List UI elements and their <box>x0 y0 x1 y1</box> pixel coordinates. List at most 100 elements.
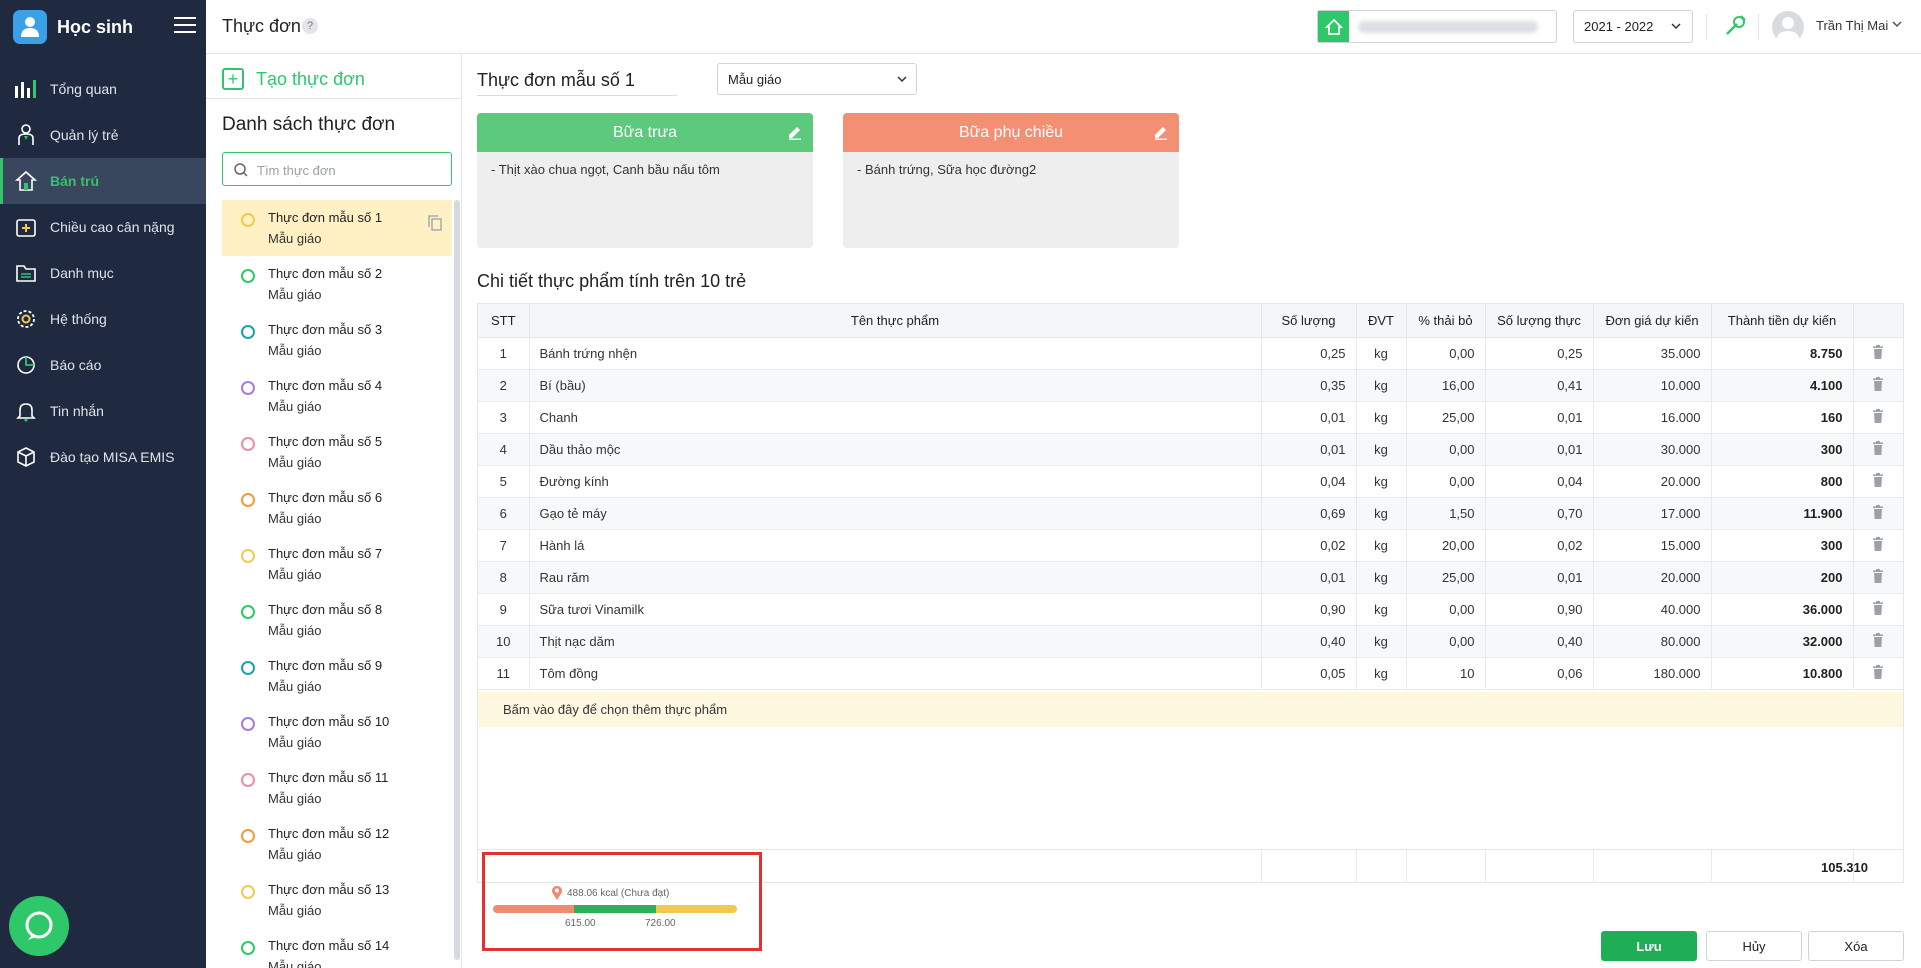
quantity[interactable]: 0,02 <box>1261 529 1357 562</box>
line-total[interactable]: 800 <box>1711 465 1854 498</box>
school-selector[interactable] <box>1317 10 1557 43</box>
unit[interactable]: kg <box>1356 465 1407 498</box>
table-row[interactable]: 3 Chanh 0,01 kg 25,00 0,01 16.000 160 <box>478 401 1903 434</box>
line-total[interactable]: 300 <box>1711 433 1854 466</box>
sidebar-item[interactable]: Báo cáo <box>0 342 206 388</box>
menu-list-item[interactable]: Thực đơn mẫu số 7 Mẫu giáo <box>222 536 452 592</box>
table-row[interactable]: 11 Tôm đồng 0,05 kg 10 0,06 180.000 10.800 <box>478 657 1903 690</box>
create-menu-button[interactable]: + Tạo thực đơn <box>222 64 365 94</box>
unit-price[interactable]: 17.000 <box>1593 497 1712 530</box>
menu-list-item[interactable]: Thực đơn mẫu số 8 Mẫu giáo <box>222 592 452 648</box>
column-header[interactable]: STT <box>478 304 530 338</box>
waste-percent[interactable]: 10 <box>1406 657 1486 690</box>
actual-quantity[interactable]: 0,90 <box>1485 593 1594 626</box>
menu-list-item[interactable]: Thực đơn mẫu số 5 Mẫu giáo <box>222 424 452 480</box>
sidebar-item[interactable]: Hệ thống <box>0 296 206 342</box>
unit-price[interactable]: 80.000 <box>1593 625 1712 658</box>
actual-quantity[interactable]: 0,25 <box>1485 337 1594 370</box>
search-input[interactable] <box>257 160 437 180</box>
unit-price[interactable]: 20.000 <box>1593 465 1712 498</box>
age-group-select[interactable]: Mẫu giáo <box>717 63 917 95</box>
sidebar-item[interactable]: Danh mục <box>0 250 206 296</box>
sidebar-item[interactable]: Bán trú <box>0 158 206 204</box>
sidebar-item[interactable]: Tổng quan <box>0 66 206 112</box>
table-row[interactable]: 5 Đường kính 0,04 kg 0,00 0,04 20.000 800 <box>478 465 1903 498</box>
line-total[interactable]: 4.100 <box>1711 369 1854 402</box>
unit-price[interactable]: 35.000 <box>1593 337 1712 370</box>
waste-percent[interactable]: 1,50 <box>1406 497 1486 530</box>
food-name[interactable]: Chanh <box>529 401 1262 434</box>
food-name[interactable]: Đường kính <box>529 465 1262 498</box>
trash-icon[interactable] <box>1853 593 1903 626</box>
scrollbar[interactable] <box>454 200 460 960</box>
trash-icon[interactable] <box>1853 433 1903 466</box>
unit[interactable]: kg <box>1356 593 1407 626</box>
table-row[interactable]: 10 Thịt nạc dăm 0,40 kg 0,00 0,40 80.000 32.000 <box>478 625 1903 658</box>
chat-support-button[interactable] <box>9 896 69 956</box>
user-name[interactable]: Trần Thị Mai <box>1816 18 1888 33</box>
actual-quantity[interactable]: 0,70 <box>1485 497 1594 530</box>
actual-quantity[interactable]: 0,06 <box>1485 657 1594 690</box>
waste-percent[interactable]: 25,00 <box>1406 401 1486 434</box>
quantity[interactable]: 0,05 <box>1261 657 1357 690</box>
chevron-down-icon[interactable] <box>1891 18 1903 30</box>
column-header[interactable]: Số lượng <box>1261 304 1357 338</box>
unit[interactable]: kg <box>1356 369 1407 402</box>
line-total[interactable]: 300 <box>1711 529 1854 562</box>
unit[interactable]: kg <box>1356 433 1407 466</box>
copy-icon[interactable] <box>428 215 442 234</box>
menu-list-item[interactable]: Thực đơn mẫu số 10 Mẫu giáo <box>222 704 452 760</box>
menu-list-item[interactable]: Thực đơn mẫu số 13 Mẫu giáo <box>222 872 452 928</box>
line-total[interactable]: 8.750 <box>1711 337 1854 370</box>
unit[interactable]: kg <box>1356 561 1407 594</box>
table-row[interactable]: 9 Sữa tươi Vinamilk 0,90 kg 0,00 0,90 40.000 36… <box>478 593 1903 626</box>
food-name[interactable]: Bí (bầu) <box>529 369 1262 402</box>
sidebar-item[interactable]: Tin nhắn <box>0 388 206 434</box>
help-icon[interactable]: ? <box>302 18 318 34</box>
sidebar-item[interactable]: Đào tạo MISA EMIS <box>0 434 206 480</box>
sidebar-item[interactable]: Quản lý trẻ <box>0 112 206 158</box>
add-food-row[interactable]: Bấm vào đây để chọn thêm thực phẩm <box>478 692 1903 727</box>
table-row[interactable]: 8 Rau răm 0,01 kg 25,00 0,01 20.000 200 <box>478 561 1903 594</box>
trash-icon[interactable] <box>1853 337 1903 370</box>
waste-percent[interactable]: 20,00 <box>1406 529 1486 562</box>
waste-percent[interactable]: 0,00 <box>1406 625 1486 658</box>
table-row[interactable]: 6 Gạo tẻ máy 0,69 kg 1,50 0,70 17.000 11.900 <box>478 497 1903 530</box>
line-total[interactable]: 10.800 <box>1711 657 1854 690</box>
food-name[interactable]: Hành lá <box>529 529 1262 562</box>
line-total[interactable]: 200 <box>1711 561 1854 594</box>
unit-price[interactable]: 15.000 <box>1593 529 1712 562</box>
food-name[interactable]: Dầu thảo mộc <box>529 433 1262 466</box>
menu-list-item[interactable]: Thực đơn mẫu số 6 Mẫu giáo <box>222 480 452 536</box>
unit-price[interactable]: 40.000 <box>1593 593 1712 626</box>
trash-icon[interactable] <box>1853 529 1903 562</box>
quantity[interactable]: 0,01 <box>1261 561 1357 594</box>
line-total[interactable]: 11.900 <box>1711 497 1854 530</box>
food-name[interactable]: Thịt nạc dăm <box>529 625 1262 658</box>
menu-list-item[interactable]: Thực đơn mẫu số 1 Mẫu giáo <box>222 200 452 256</box>
waste-percent[interactable]: 0,00 <box>1406 593 1486 626</box>
column-header[interactable]: ĐVT <box>1356 304 1407 338</box>
quantity[interactable]: 0,01 <box>1261 433 1357 466</box>
edit-icon[interactable] <box>787 124 803 140</box>
school-year-select[interactable]: 2021 - 2022 <box>1573 10 1693 43</box>
food-name[interactable]: Sữa tươi Vinamilk <box>529 593 1262 626</box>
actual-quantity[interactable]: 0,01 <box>1485 561 1594 594</box>
column-header[interactable]: Đơn giá dự kiến <box>1593 304 1712 338</box>
actual-quantity[interactable]: 0,41 <box>1485 369 1594 402</box>
waste-percent[interactable]: 25,00 <box>1406 561 1486 594</box>
unit-price[interactable]: 180.000 <box>1593 657 1712 690</box>
menu-list-item[interactable]: Thực đơn mẫu số 4 Mẫu giáo <box>222 368 452 424</box>
sidebar-item[interactable]: Chiều cao cân nặng <box>0 204 206 250</box>
table-row[interactable]: 2 Bí (bầu) 0,35 kg 16,00 0,41 10.000 4.100 <box>478 369 1903 402</box>
menu-list-item[interactable]: Thực đơn mẫu số 12 Mẫu giáo <box>222 816 452 872</box>
food-name[interactable]: Gạo tẻ máy <box>529 497 1262 530</box>
unit[interactable]: kg <box>1356 625 1407 658</box>
trash-icon[interactable] <box>1853 465 1903 498</box>
trash-icon[interactable] <box>1853 369 1903 402</box>
unit-price[interactable]: 30.000 <box>1593 433 1712 466</box>
line-total[interactable]: 160 <box>1711 401 1854 434</box>
quantity[interactable]: 0,69 <box>1261 497 1357 530</box>
unit-price[interactable]: 20.000 <box>1593 561 1712 594</box>
column-header[interactable]: % thải bỏ <box>1406 304 1486 338</box>
